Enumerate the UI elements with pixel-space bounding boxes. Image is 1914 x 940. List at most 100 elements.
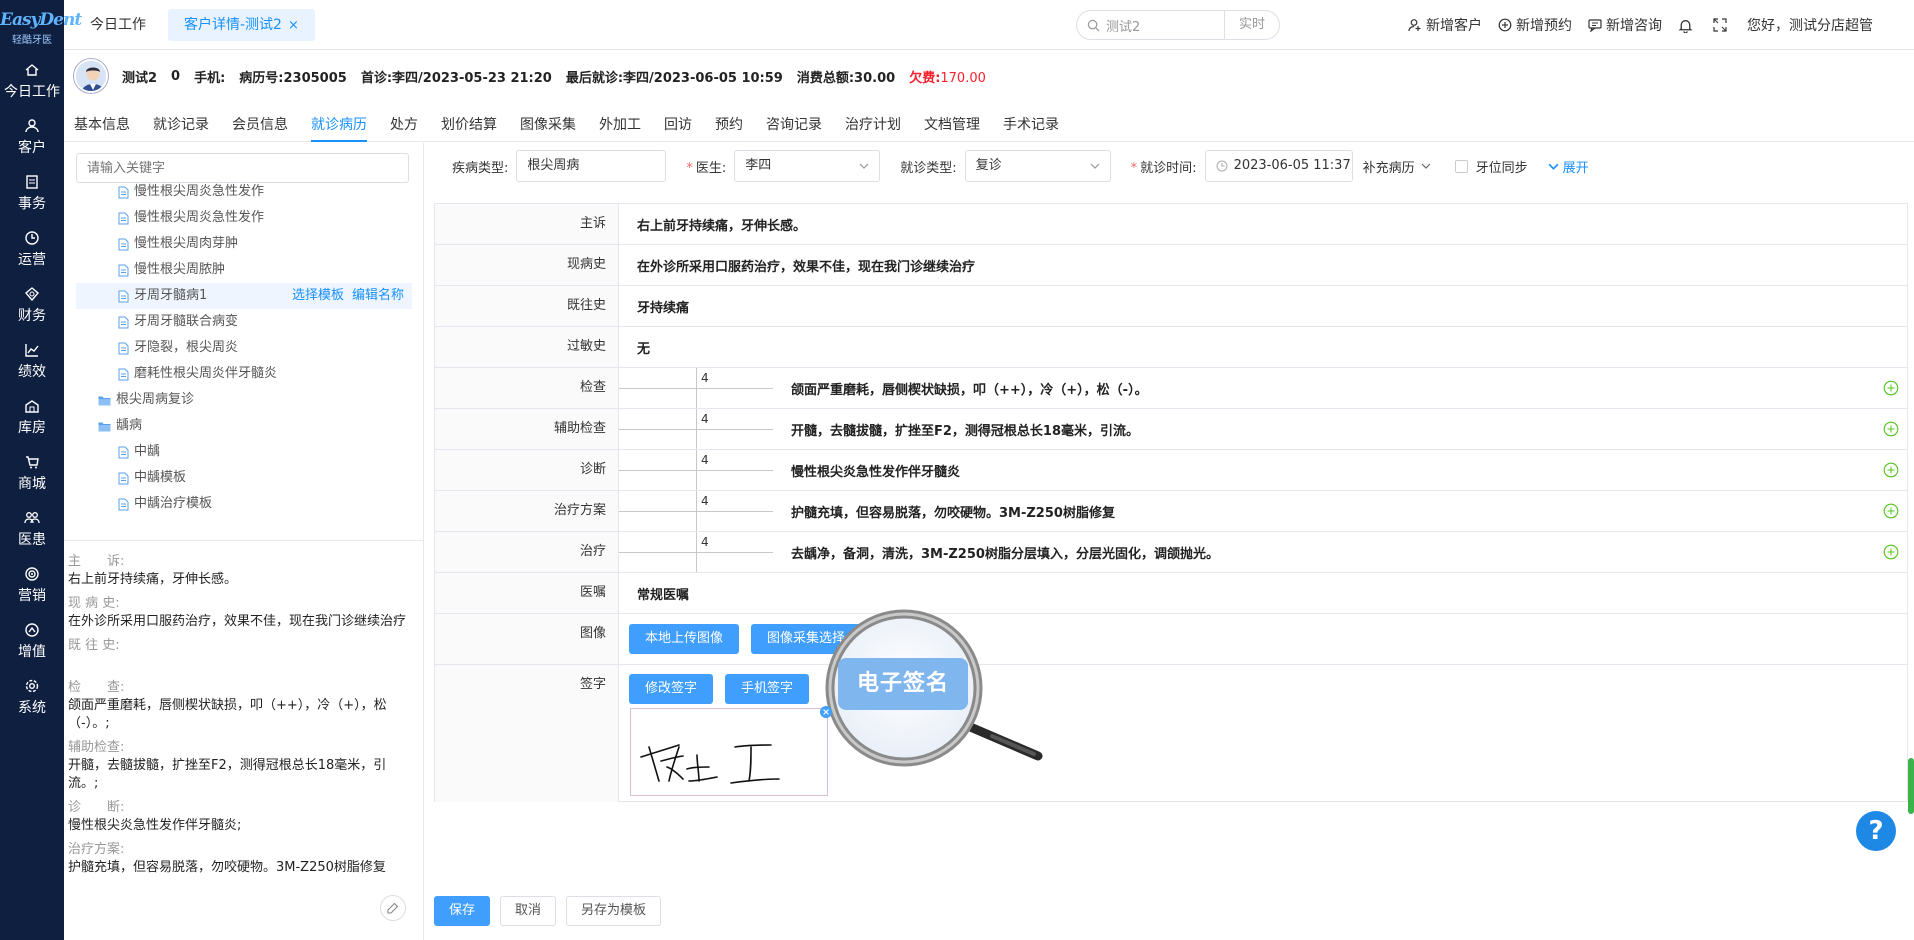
nav-item-warehouse[interactable]: 库房 — [0, 388, 64, 444]
diagnosis-value[interactable]: 慢性根尖炎急性发作伴牙髓炎 — [773, 450, 1907, 490]
add-consult-link[interactable]: 新增咨询 — [1588, 15, 1662, 35]
fullscreen-button[interactable] — [1713, 18, 1731, 32]
tree-item[interactable]: 慢性根尖周脓肿 — [76, 257, 412, 283]
tooth-position-chart[interactable]: 4 — [619, 532, 773, 572]
auxiliary-exam-value[interactable]: 开髓，去髓拔髓，扩挫至F2，测得冠根总长18毫米，引流。 — [773, 409, 1907, 449]
subtab-6[interactable]: 图像采集 — [520, 104, 576, 142]
past-history-value[interactable]: 牙持续痛 — [619, 286, 1907, 326]
tooth-position-chart[interactable]: 4 — [619, 368, 773, 408]
select-template-link[interactable]: 选择模板 — [292, 283, 344, 309]
tooth-sync-checkbox[interactable]: 牙位同步 — [1454, 157, 1528, 176]
search-mode-button[interactable]: 实时 — [1224, 11, 1279, 39]
add-customer-link[interactable]: 新增客户 — [1408, 15, 1482, 35]
tree-item[interactable]: 牙隐裂，根尖周炎 — [76, 335, 412, 361]
subtab-2[interactable]: 会员信息 — [232, 104, 288, 142]
template-panel: 慢性根尖周炎急性发作慢性根尖周炎急性发作慢性根尖周肉芽肿慢性根尖周脓肿牙周牙髓病… — [64, 143, 424, 940]
tree-item[interactable]: 牙周牙髓病1 选择模板 编辑名称 — [76, 283, 412, 309]
add-circle-icon[interactable] — [1883, 462, 1899, 478]
nav-item-list[interactable]: 事务 — [0, 164, 64, 220]
save-button[interactable]: 保存 — [434, 896, 491, 926]
chevron-down-icon — [1090, 163, 1100, 169]
chief-complaint-value[interactable]: 右上前牙持续痛，牙伸长感。 — [619, 204, 1907, 244]
subtab-10[interactable]: 咨询记录 — [766, 104, 822, 142]
disease-type-input[interactable]: 根尖周病 — [516, 150, 667, 182]
subtab-13[interactable]: 手术记录 — [1003, 104, 1059, 142]
document-icon — [118, 368, 129, 380]
close-icon[interactable] — [820, 706, 832, 718]
nav-item-doctor[interactable]: 医患 — [0, 500, 64, 556]
subtab-4[interactable]: 处方 — [390, 104, 418, 142]
notification-button[interactable] — [1678, 18, 1697, 33]
treatment-plan-value[interactable]: 护髓充填，但容易脱落，勿咬硬物。3M-Z250树脂修复 — [773, 491, 1907, 531]
add-circle-icon[interactable] — [1883, 421, 1899, 437]
tree-folder[interactable]: 龋病 — [76, 413, 412, 439]
add-circle-icon[interactable] — [1883, 503, 1899, 519]
examination-value[interactable]: 颌面严重磨耗，唇侧楔状缺损，叩（++），冷（+），松（-）。 — [773, 368, 1907, 408]
tree-item[interactable]: 中龋模板 — [76, 465, 412, 491]
advice-value[interactable]: 常规医嘱 — [619, 573, 1907, 613]
nav-item-gear[interactable]: 系统 — [0, 668, 64, 724]
subtab-0[interactable]: 基本信息 — [74, 104, 130, 142]
tab-today[interactable]: 今日工作 — [74, 9, 162, 41]
subtab-1[interactable]: 就诊记录 — [153, 104, 209, 142]
nav-item-money[interactable]: 财务 — [0, 276, 64, 332]
modify-signature-button[interactable]: 修改签字 — [629, 674, 714, 704]
tab-customer-detail[interactable]: 客户详情-测试2 × — [168, 8, 315, 41]
tree-folder[interactable]: 根尖周病复诊 — [76, 387, 412, 413]
supplement-record-dropdown[interactable]: 补充病历 — [1363, 157, 1431, 176]
subtab-3[interactable]: 就诊病历 — [311, 104, 367, 142]
nav-item-user[interactable]: 客户 — [0, 108, 64, 164]
tooth-position-chart[interactable]: 4 — [619, 450, 773, 490]
clock-icon — [1216, 160, 1228, 172]
edit-name-link[interactable]: 编辑名称 — [352, 283, 404, 309]
visit-type-select[interactable]: 复诊 — [964, 150, 1111, 182]
nav-item-growth[interactable]: 增值 — [0, 612, 64, 668]
subtab-11[interactable]: 治疗计划 — [845, 104, 901, 142]
chevron-down-icon — [1421, 163, 1431, 169]
expand-toggle[interactable]: 展开 — [1548, 157, 1589, 176]
tooth-position-chart[interactable]: 4 — [619, 491, 773, 531]
tree-item-label: 慢性根尖周炎急性发作 — [134, 210, 265, 225]
tooth-number: 4 — [701, 535, 709, 549]
subtab-12[interactable]: 文档管理 — [924, 104, 980, 142]
app-logo[interactable]: EasyDent 轻酷牙医 — [0, 0, 82, 52]
allergy-value[interactable]: 无 — [619, 327, 1907, 367]
nav-item-home[interactable]: 今日工作 — [0, 52, 64, 108]
subtab-9[interactable]: 预约 — [715, 104, 743, 142]
tooth-position-chart[interactable]: 4 — [619, 409, 773, 449]
add-appointment-link[interactable]: 新增预约 — [1498, 15, 1572, 35]
search-input[interactable] — [1106, 17, 1224, 33]
subtab-7[interactable]: 外加工 — [599, 104, 641, 142]
subtab-8[interactable]: 回访 — [664, 104, 692, 142]
row-past-history: 既往史 牙持续痛 — [435, 286, 1907, 327]
tree-item[interactable]: 牙周牙髓联合病变 — [76, 309, 412, 335]
user-greeting[interactable]: 您好，测试分店超管 — [1747, 15, 1873, 35]
tree-item[interactable]: 慢性根尖周肉芽肿 — [76, 231, 412, 257]
tree-item[interactable]: 中龋治疗模板 — [76, 491, 412, 517]
add-circle-icon[interactable] — [1883, 544, 1899, 560]
mobile-signature-button[interactable]: 手机签字 — [725, 674, 810, 704]
tree-item[interactable]: 中龋 — [76, 439, 412, 465]
nav-item-cart[interactable]: 商城 — [0, 444, 64, 500]
doctor-select[interactable]: 李四 — [734, 150, 881, 182]
tree-item[interactable]: 慢性根尖周炎急性发作 — [76, 205, 412, 231]
edit-button[interactable] — [380, 895, 406, 921]
treatment-value[interactable]: 去龋净，备洞，清洗，3M-Z250树脂分层填入，分层光固化，调颌抛光。 — [773, 532, 1907, 572]
subtab-5[interactable]: 划价结算 — [441, 104, 497, 142]
nav-label: 库房 — [18, 420, 46, 436]
present-illness-value[interactable]: 在外诊所采用口服药治疗，效果不佳，现在我门诊继续治疗 — [619, 245, 1907, 285]
save-as-template-button[interactable]: 另存为模板 — [566, 896, 662, 926]
upload-image-button[interactable]: 本地上传图像 — [629, 624, 740, 654]
visit-time-picker[interactable]: 2023-06-05 11:37 — [1204, 150, 1353, 182]
nav-item-chart[interactable]: 绩效 — [0, 332, 64, 388]
cancel-button[interactable]: 取消 — [500, 896, 557, 926]
add-circle-icon[interactable] — [1883, 380, 1899, 396]
close-icon[interactable]: × — [288, 18, 299, 33]
e-signature-button[interactable]: 电子签名 — [838, 658, 968, 710]
nav-item-clock[interactable]: 运营 — [0, 220, 64, 276]
tree-item[interactable]: 慢性根尖周炎急性发作 — [76, 179, 412, 205]
help-button[interactable]: ? — [1856, 811, 1896, 851]
scrollbar[interactable] — [1908, 758, 1914, 814]
tree-item[interactable]: 磨耗性根尖周炎伴牙髓炎 — [76, 361, 412, 387]
nav-item-target[interactable]: 营销 — [0, 556, 64, 612]
